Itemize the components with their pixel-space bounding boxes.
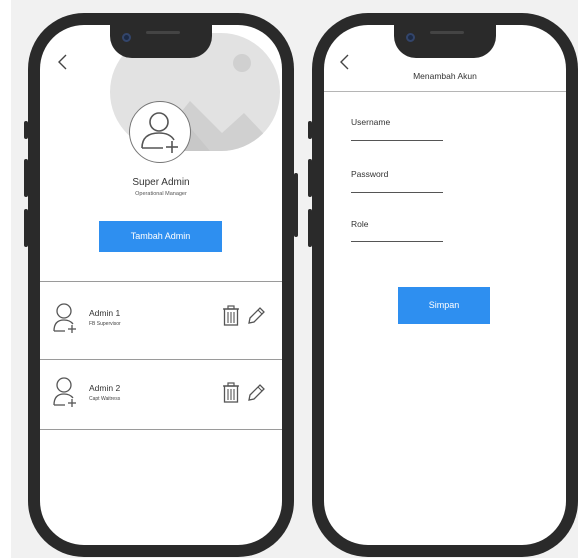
header-divider xyxy=(324,91,566,92)
phone-side-button xyxy=(308,159,312,197)
screen-admin-list: Super Admin Operational Manager Tambah A… xyxy=(40,25,282,545)
back-button[interactable] xyxy=(56,53,70,76)
page-title: Menambah Akun xyxy=(413,71,477,81)
add-user-icon xyxy=(141,112,178,153)
pencil-icon xyxy=(248,307,265,324)
phone-side-button xyxy=(294,173,298,237)
profile-name: Super Admin xyxy=(132,177,190,188)
save-button[interactable]: Simpan xyxy=(398,287,490,324)
divider xyxy=(40,429,282,430)
chevron-left-icon xyxy=(340,54,349,70)
add-user-icon xyxy=(53,377,76,407)
camera xyxy=(406,33,415,42)
divider xyxy=(40,359,282,360)
speaker xyxy=(146,31,180,34)
role-label: Role xyxy=(351,219,369,229)
username-label: Username xyxy=(351,117,391,127)
phone-side-button xyxy=(308,209,312,247)
username-field[interactable] xyxy=(351,140,443,141)
admin-name: Admin 1 xyxy=(89,308,121,318)
admin-avatar xyxy=(52,376,78,408)
notch xyxy=(110,25,212,58)
phone-side-button xyxy=(24,209,28,247)
password-field[interactable] xyxy=(351,192,443,193)
phone-right: Menambah Akun Username Password Role Sim… xyxy=(308,13,578,557)
add-admin-button[interactable]: Tambah Admin xyxy=(99,221,222,252)
delete-button[interactable] xyxy=(221,382,241,404)
phone-side-button xyxy=(24,159,28,197)
role-field[interactable] xyxy=(351,241,443,242)
trash-icon xyxy=(223,305,239,326)
phone-side-button xyxy=(24,121,28,139)
phone-left: Super Admin Operational Manager Tambah A… xyxy=(24,13,298,557)
edit-button[interactable] xyxy=(246,382,266,404)
divider xyxy=(40,281,282,282)
admin-name: Admin 2 xyxy=(89,383,121,393)
add-user-icon xyxy=(53,303,76,333)
profile-role: Operational Manager xyxy=(135,191,187,197)
chevron-left-icon xyxy=(58,54,67,70)
delete-button[interactable] xyxy=(221,305,241,327)
pencil-icon xyxy=(248,384,265,401)
password-label: Password xyxy=(351,169,389,179)
speaker xyxy=(430,31,464,34)
trash-icon xyxy=(223,382,239,403)
profile-avatar[interactable] xyxy=(129,101,191,163)
notch xyxy=(394,25,496,58)
admin-role: Capt Waitress xyxy=(89,396,121,402)
screen-add-account: Menambah Akun Username Password Role Sim… xyxy=(324,25,566,545)
camera xyxy=(122,33,131,42)
admin-avatar xyxy=(52,302,78,334)
admin-role: FB Supervisor xyxy=(89,321,121,327)
edit-button[interactable] xyxy=(246,305,266,327)
phone-side-button xyxy=(308,121,312,139)
